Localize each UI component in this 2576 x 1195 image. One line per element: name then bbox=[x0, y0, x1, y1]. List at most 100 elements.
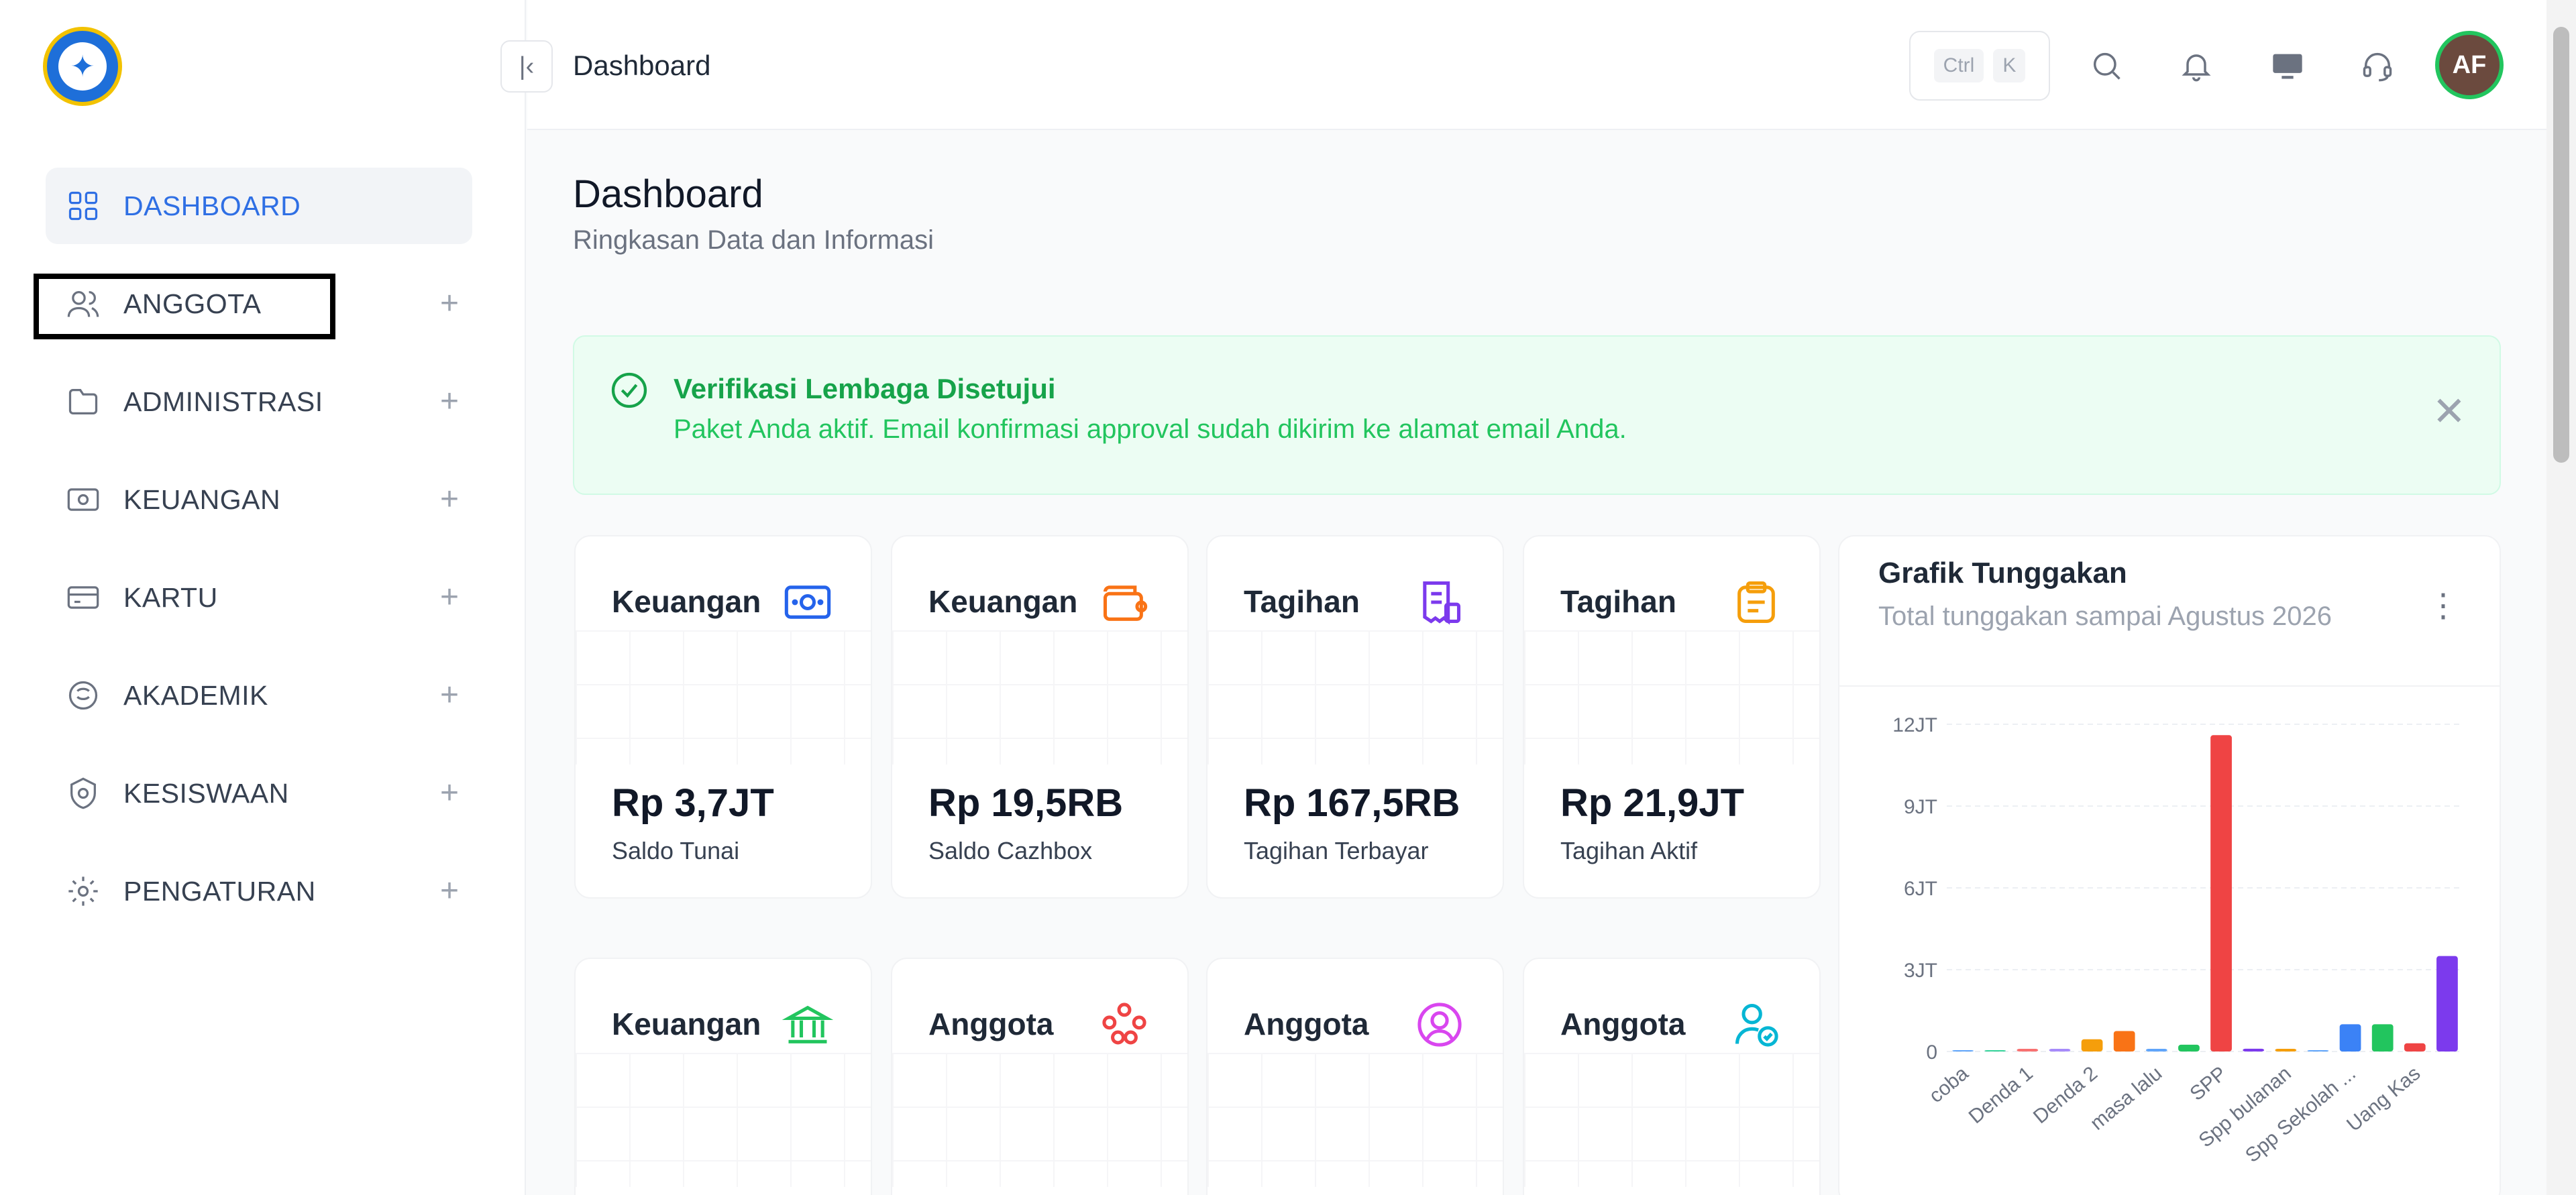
expand-plus-icon[interactable]: + bbox=[440, 481, 459, 518]
sidebar-item-label: DASHBOARD bbox=[123, 190, 301, 221]
bar[interactable] bbox=[1952, 1050, 1974, 1051]
bar[interactable] bbox=[2017, 1049, 2039, 1051]
divider bbox=[1839, 685, 2500, 687]
bar[interactable] bbox=[1984, 1050, 2006, 1051]
bar[interactable] bbox=[2145, 1049, 2167, 1051]
stat-card-anggota-group[interactable]: Anggota bbox=[891, 958, 1189, 1195]
card-label: Saldo Cazhbox bbox=[928, 837, 1093, 864]
institution-logo[interactable]: ✦ bbox=[43, 27, 122, 106]
bar[interactable] bbox=[2243, 1048, 2265, 1051]
expand-plus-icon[interactable]: + bbox=[440, 286, 459, 322]
academic-icon bbox=[64, 677, 102, 714]
avatar[interactable]: AF bbox=[2435, 31, 2504, 99]
command-search-button[interactable]: Ctrl K bbox=[1909, 31, 2050, 101]
stat-card-saldo-cazhbox[interactable]: Keuangan Rp 19,5RB Saldo Cazhbox bbox=[891, 535, 1189, 899]
bar[interactable] bbox=[2178, 1044, 2200, 1051]
close-icon[interactable]: ✕ bbox=[2432, 392, 2466, 432]
focus-outline bbox=[34, 274, 335, 339]
money-icon bbox=[64, 481, 102, 518]
badge-icon bbox=[64, 775, 102, 812]
card-title: Anggota bbox=[1560, 1007, 1686, 1041]
sidebar-item-label: KEUANGAN bbox=[123, 483, 281, 515]
receipt-icon bbox=[1413, 575, 1466, 629]
bar[interactable] bbox=[2275, 1049, 2297, 1051]
page-subtitle: Ringkasan Data dan Informasi bbox=[573, 225, 934, 255]
bar-chart: 03JT6JT9JT12JTcobaDenda 1Denda 2masa lal… bbox=[1892, 714, 2463, 1167]
sidebar-item-label: PENGATURAN bbox=[123, 875, 316, 907]
card-pattern bbox=[1208, 630, 1503, 764]
chart-card-tunggakan: Grafik Tunggakan Total tunggakan sampai … bbox=[1838, 535, 2501, 1195]
stat-card-saldo-tunai[interactable]: Keuangan Rp 3,7JT Saldo Tunai bbox=[574, 535, 872, 899]
kbd-k: K bbox=[1993, 49, 2026, 82]
expand-plus-icon[interactable]: + bbox=[440, 579, 459, 616]
sidebar-item-label: ADMINISTRASI bbox=[123, 386, 323, 417]
wallet-icon bbox=[1097, 575, 1151, 629]
card-label: Saldo Tunai bbox=[612, 837, 740, 864]
card-title: Tagihan bbox=[1244, 584, 1360, 619]
expand-plus-icon[interactable]: + bbox=[440, 873, 459, 909]
card-pattern bbox=[1524, 630, 1819, 764]
search-icon[interactable] bbox=[2086, 46, 2127, 86]
sidebar-item-akademik[interactable]: AKADEMIK + bbox=[46, 657, 472, 734]
card-value: Rp 3,7JT bbox=[612, 781, 774, 825]
x-tick-label: coba bbox=[1925, 1062, 1973, 1107]
sidebar-item-pengaturan[interactable]: PENGATURAN + bbox=[46, 853, 472, 929]
bank-icon bbox=[781, 998, 835, 1051]
card-title: Anggota bbox=[928, 1007, 1054, 1041]
card-pattern bbox=[576, 1053, 871, 1187]
bar[interactable] bbox=[2081, 1039, 2103, 1051]
page-scrollbar[interactable] bbox=[2546, 0, 2576, 1195]
sidebar-item-label: KARTU bbox=[123, 581, 218, 613]
alert-title: Verifikasi Lembaga Disetujui bbox=[674, 373, 1056, 404]
x-tick-label: Spp Sekolah ... bbox=[2241, 1062, 2360, 1167]
collapse-sidebar-button[interactable]: |‹ bbox=[500, 40, 553, 93]
clipboard-icon bbox=[1729, 575, 1783, 629]
bar[interactable] bbox=[2307, 1050, 2329, 1051]
card-pattern bbox=[1208, 1053, 1503, 1187]
bar[interactable] bbox=[2210, 735, 2232, 1051]
money-icon bbox=[781, 575, 835, 629]
scrollbar-thumb[interactable] bbox=[2553, 27, 2569, 463]
expand-plus-icon[interactable]: + bbox=[440, 775, 459, 811]
expand-plus-icon[interactable]: + bbox=[440, 677, 459, 714]
monitor-icon[interactable] bbox=[2267, 46, 2308, 86]
stat-card-anggota-user[interactable]: Anggota bbox=[1206, 958, 1504, 1195]
sidebar-item-kartu[interactable]: KARTU + bbox=[46, 559, 472, 636]
headset-icon[interactable] bbox=[2357, 46, 2398, 86]
bar[interactable] bbox=[2339, 1024, 2361, 1051]
bar[interactable] bbox=[2404, 1043, 2426, 1051]
user-check-icon bbox=[1729, 998, 1783, 1051]
bar[interactable] bbox=[2436, 956, 2458, 1051]
group-icon bbox=[1097, 998, 1151, 1051]
y-tick-label: 3JT bbox=[1904, 960, 1937, 982]
sidebar-item-keuangan[interactable]: KEUANGAN + bbox=[46, 461, 472, 538]
alert-message: Paket Anda aktif. Email konfirmasi appro… bbox=[674, 414, 1627, 444]
sidebar-item-administrasi[interactable]: ADMINISTRASI + bbox=[46, 363, 472, 440]
stat-card-keuangan-bank[interactable]: Keuangan bbox=[574, 958, 872, 1195]
more-vertical-icon[interactable]: ⋮ bbox=[2427, 590, 2459, 622]
page-title: Dashboard bbox=[573, 172, 763, 216]
bar[interactable] bbox=[2371, 1024, 2394, 1051]
y-tick-label: 12JT bbox=[1892, 714, 1937, 736]
bell-icon[interactable] bbox=[2176, 46, 2216, 86]
stat-card-tagihan-terbayar[interactable]: Tagihan Rp 167,5RB Tagihan Terbayar bbox=[1206, 535, 1504, 899]
card-title: Keuangan bbox=[612, 1007, 761, 1041]
breadcrumb: Dashboard bbox=[573, 50, 711, 81]
card-pattern bbox=[892, 1053, 1187, 1187]
card-title: Keuangan bbox=[928, 584, 1078, 619]
card-title: Anggota bbox=[1244, 1007, 1369, 1041]
y-tick-label: 6JT bbox=[1904, 878, 1937, 900]
y-tick-label: 9JT bbox=[1904, 796, 1937, 818]
expand-plus-icon[interactable]: + bbox=[440, 384, 459, 420]
user-circle-icon bbox=[1413, 998, 1466, 1051]
stat-card-tagihan-aktif[interactable]: Tagihan Rp 21,9JT Tagihan Aktif bbox=[1523, 535, 1821, 899]
sidebar-item-label: AKADEMIK bbox=[123, 679, 268, 711]
card-title: Keuangan bbox=[612, 584, 761, 619]
sidebar-item-kesiswaan[interactable]: KESISWAAN + bbox=[46, 755, 472, 832]
kbd-ctrl: Ctrl bbox=[1933, 49, 1984, 82]
stat-card-anggota-verified[interactable]: Anggota bbox=[1523, 958, 1821, 1195]
sidebar-item-dashboard[interactable]: DASHBOARD bbox=[46, 168, 472, 244]
bar[interactable] bbox=[2049, 1049, 2071, 1051]
gear-icon bbox=[64, 872, 102, 910]
bar[interactable] bbox=[2113, 1031, 2135, 1052]
